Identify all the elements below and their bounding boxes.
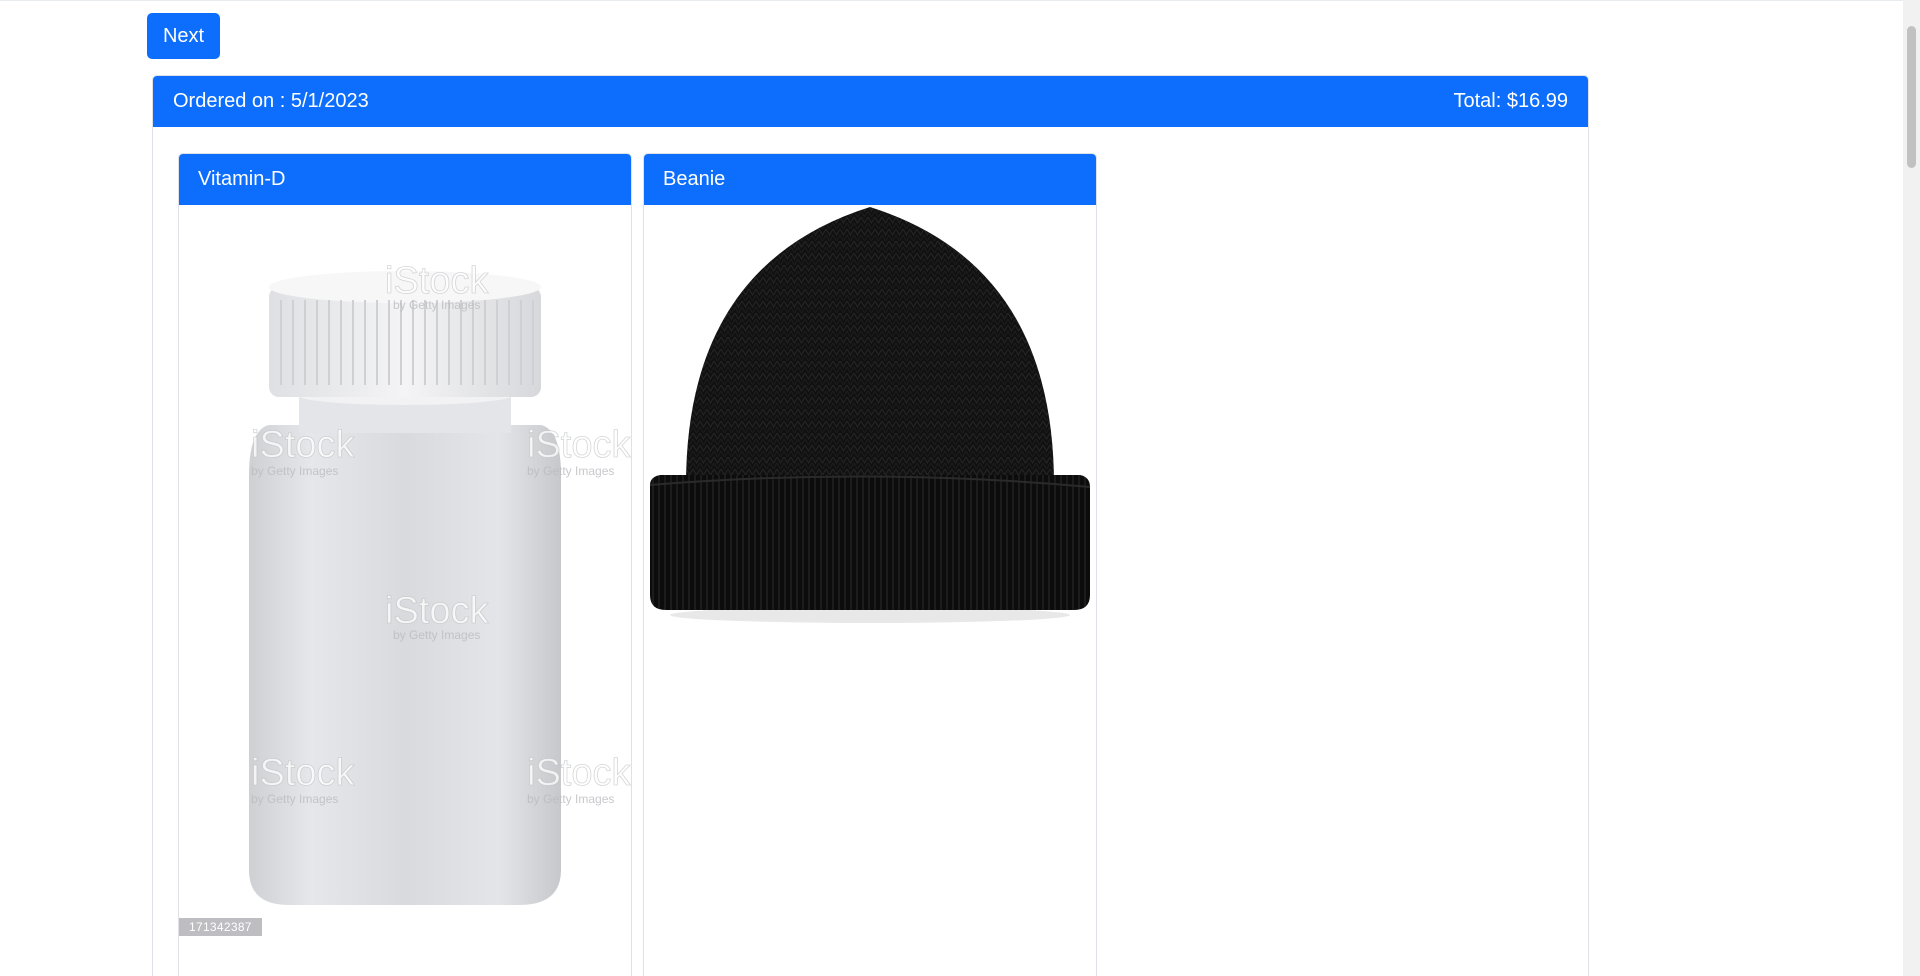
product-title: Vitamin-D: [179, 154, 631, 205]
svg-text:iStock: iStock: [527, 424, 631, 466]
stock-image-id: 171342387: [179, 918, 262, 936]
svg-text:by Getty Images: by Getty Images: [527, 464, 614, 478]
svg-text:by Getty Images: by Getty Images: [393, 298, 480, 312]
svg-text:by Getty Images: by Getty Images: [393, 628, 480, 642]
page: Next Ordered on : 5/1/2023 Total: $16.99…: [0, 0, 1920, 976]
order-card: Ordered on : 5/1/2023 Total: $16.99 Vita…: [152, 75, 1589, 976]
svg-text:iStock: iStock: [385, 590, 489, 632]
scrollbar-thumb[interactable]: [1907, 26, 1916, 168]
order-total: Total: $16.99: [1453, 90, 1568, 112]
product-card-vitamin-d[interactable]: Vitamin-D iStock iStock iStock iStock iS…: [178, 153, 632, 976]
order-header: Ordered on : 5/1/2023 Total: $16.99: [153, 76, 1588, 127]
product-card-beanie[interactable]: Beanie: [643, 153, 1097, 976]
svg-text:iStock: iStock: [527, 752, 631, 794]
svg-text:by Getty Images: by Getty Images: [527, 792, 614, 806]
order-date: Ordered on : 5/1/2023: [173, 90, 369, 112]
svg-text:iStock: iStock: [251, 752, 355, 794]
product-title: Beanie: [644, 154, 1096, 205]
svg-text:by Getty Images: by Getty Images: [251, 464, 338, 478]
svg-text:by Getty Images: by Getty Images: [251, 792, 338, 806]
svg-text:iStock: iStock: [385, 260, 489, 302]
next-button[interactable]: Next: [147, 13, 220, 59]
vertical-scrollbar[interactable]: [1903, 0, 1920, 976]
svg-text:iStock: iStock: [251, 424, 355, 466]
top-divider: [0, 0, 1903, 1]
beanie-product-image: [644, 205, 1096, 945]
vitamin-d-product-image: iStock iStock iStock iStock iStock iStoc…: [179, 205, 631, 945]
